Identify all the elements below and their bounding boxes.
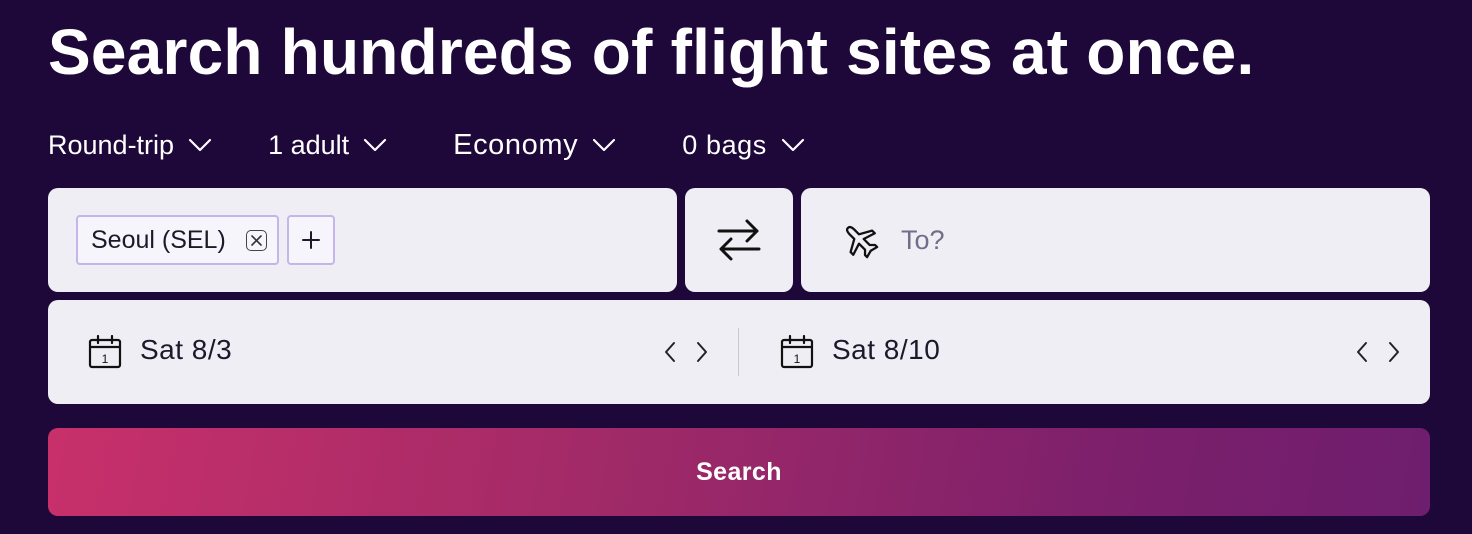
plane-icon xyxy=(845,225,879,259)
depart-date-picker[interactable]: 1 Sat 8/3 xyxy=(48,300,738,404)
origin-chip: Seoul (SEL) xyxy=(76,215,279,265)
flight-search-page: Search hundreds of flight sites at once.… xyxy=(0,0,1472,534)
chevron-down-icon xyxy=(593,138,616,152)
depart-next-day-button[interactable] xyxy=(689,338,715,366)
return-next-day-button[interactable] xyxy=(1381,338,1407,366)
destination-field[interactable] xyxy=(801,188,1430,292)
passengers-label: 1 adult xyxy=(268,129,350,160)
trip-type-label: Round-trip xyxy=(48,129,175,160)
plus-icon xyxy=(302,231,320,249)
chevron-down-icon xyxy=(188,138,212,152)
return-date-picker[interactable]: 1 Sat 8/10 xyxy=(740,300,1430,404)
calendar-day-number: 1 xyxy=(794,352,801,366)
swap-origin-destination-button[interactable] xyxy=(685,188,793,292)
close-icon xyxy=(251,235,262,246)
trip-type-dropdown[interactable]: Round-trip xyxy=(48,130,212,161)
chevron-down-icon xyxy=(781,138,805,152)
chevron-right-icon xyxy=(697,342,707,362)
page-title: Search hundreds of flight sites at once. xyxy=(48,16,1255,88)
remove-origin-button[interactable] xyxy=(246,230,267,251)
depart-previous-day-button[interactable] xyxy=(657,338,683,366)
chevron-right-icon xyxy=(1389,342,1399,362)
chevron-left-icon xyxy=(665,342,675,362)
date-divider xyxy=(738,328,739,376)
depart-date-value: Sat 8/3 xyxy=(140,334,233,365)
passengers-dropdown[interactable]: 1 adult xyxy=(268,130,387,161)
calendar-icon: 1 xyxy=(88,335,122,369)
bags-label: 0 bags xyxy=(682,129,767,160)
cabin-class-dropdown[interactable]: Economy xyxy=(453,129,616,162)
calendar-day-number: 1 xyxy=(102,352,109,366)
origin-field[interactable]: Seoul (SEL) xyxy=(48,188,677,292)
calendar-icon: 1 xyxy=(780,335,814,369)
cabin-class-label: Economy xyxy=(453,128,579,161)
destination-input[interactable] xyxy=(901,218,1381,262)
bags-dropdown[interactable]: 0 bags xyxy=(682,130,805,161)
chevron-down-icon xyxy=(364,138,387,152)
dates-field: 1 Sat 8/3 1 Sat 8/10 xyxy=(48,300,1430,404)
return-previous-day-button[interactable] xyxy=(1349,338,1375,366)
search-button[interactable]: Search xyxy=(48,428,1430,516)
return-date-value: Sat 8/10 xyxy=(832,334,941,365)
origin-chip-label: Seoul (SEL) xyxy=(91,225,226,254)
search-options-bar: Round-trip 1 adult Economy 0 bags xyxy=(48,126,805,164)
add-origin-button[interactable] xyxy=(287,215,335,265)
chevron-left-icon xyxy=(1357,342,1367,362)
swap-icon xyxy=(717,219,761,261)
